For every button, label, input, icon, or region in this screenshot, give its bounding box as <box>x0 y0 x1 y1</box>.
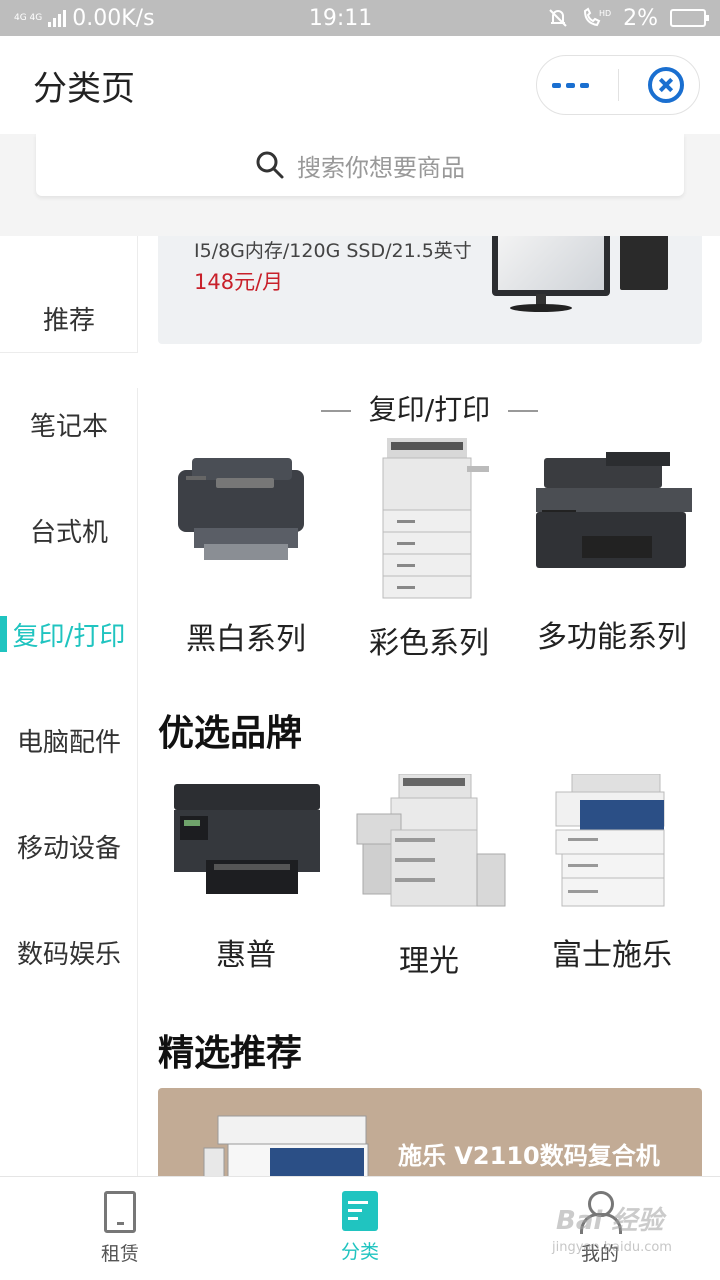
sidebar-item-laptop[interactable]: 笔记本 <box>0 394 138 454</box>
banner-price: 148元/月 <box>194 270 284 294</box>
xerox-v2110-image <box>203 1115 369 1176</box>
search-area: 搜索你想要商品 <box>0 134 720 236</box>
category-item-color[interactable]: 彩色系列 <box>339 436 519 666</box>
sidebar-item-recommend[interactable]: 推荐 <box>0 288 138 348</box>
tab-label: 分类 <box>340 1241 379 1263</box>
category-sidebar: 推荐 笔记本 台式机 复印/打印 电脑配件 移动设备 数码娱乐 <box>0 236 138 1176</box>
monitor-base <box>510 304 572 312</box>
status-time: 19:11 <box>308 5 373 31</box>
brand-item-ricoh[interactable]: 理光 <box>339 774 519 984</box>
brand-item-label: 理光 <box>399 944 459 979</box>
tab-rent[interactable]: 租赁 <box>0 1177 240 1280</box>
tab-label: 租赁 <box>100 1243 139 1265</box>
search-input[interactable]: 搜索你想要商品 <box>36 134 684 196</box>
status-left: 4G 4G 0.00K/s <box>14 6 254 31</box>
sidebar-item-label: 数码娱乐 <box>16 939 121 970</box>
status-bar: 4G 4G 0.00K/s 19:11 HD 2% <box>0 0 720 36</box>
category-item-label: 黑白系列 <box>186 622 306 657</box>
brand-item-hp[interactable]: 惠普 <box>156 774 336 984</box>
brand-item-label: 富士施乐 <box>552 938 672 973</box>
sidebar-item-label: 复印/打印 <box>12 621 126 652</box>
search-icon <box>256 151 284 179</box>
sidebar-item-label: 移动设备 <box>16 833 121 864</box>
category-item-label: 多功能系列 <box>537 620 687 655</box>
featured-promo-card[interactable]: 施乐 V2110数码复合机 <box>158 1088 702 1176</box>
brand-item-fuji-xerox[interactable]: 富士施乐 <box>522 774 702 984</box>
category-section-title: 复印/打印 <box>139 388 720 428</box>
sidebar-item-desktop[interactable]: 台式机 <box>0 500 138 560</box>
miniprogram-capsule <box>536 55 700 115</box>
featured-section-title: 精选推荐 <box>158 1033 303 1074</box>
search-placeholder: 搜索你想要商品 <box>297 153 465 182</box>
sidebar-item-copy-print[interactable]: 复印/打印 <box>0 604 138 664</box>
category-item-label: 彩色系列 <box>369 626 489 661</box>
battery-icon <box>670 9 709 27</box>
sidebar-item-label: 推荐 <box>42 305 95 336</box>
banner-spec: I5/8G内存/120G SSD/21.5英寸 <box>194 240 472 262</box>
sidebar-item-digital[interactable]: 数码娱乐 <box>0 922 138 982</box>
rent-icon <box>104 1191 136 1233</box>
fuji-xerox-copier-icon <box>555 774 665 907</box>
hd-call-icon: HD <box>584 7 611 27</box>
category-icon <box>342 1191 378 1231</box>
recommend-banner[interactable]: I5/8G内存/120G SSD/21.5英寸 148元/月 <box>158 236 702 344</box>
sidebar-item-label: 笔记本 <box>29 411 108 442</box>
capsule-divider <box>617 69 619 101</box>
silent-bell-icon <box>549 9 567 27</box>
baidu-watermark-url: jingyan.baidu.com <box>552 1240 672 1255</box>
category-item-mono[interactable]: 黑白系列 <box>156 436 336 666</box>
monitor-icon <box>492 236 610 296</box>
color-copier-icon <box>382 438 489 599</box>
category-content: I5/8G内存/120G SSD/21.5英寸 148元/月 复印/打印 黑白系… <box>139 236 720 1176</box>
signal-icon <box>48 9 67 27</box>
network-speed: 0.00K/s <box>72 5 155 31</box>
category-item-multifunction[interactable]: 多功能系列 <box>522 436 702 666</box>
svg-text:HD: HD <box>599 9 611 18</box>
more-icon[interactable] <box>551 82 589 88</box>
promo-title: 施乐 V2110数码复合机 <box>398 1142 660 1170</box>
sidebar-divider <box>0 352 138 388</box>
baidu-watermark: Bai 经验 <box>556 1206 664 1236</box>
hp-printer-icon <box>174 784 320 894</box>
sidebar-item-label: 电脑配件 <box>16 727 121 758</box>
sidebar-item-accessories[interactable]: 电脑配件 <box>0 710 138 770</box>
mfp-printer-icon <box>536 452 692 568</box>
status-right: HD 2% <box>547 5 709 31</box>
sidebar-item-label: 台式机 <box>29 517 108 548</box>
network-type: 4G 4G <box>14 12 43 23</box>
brands-section-title: 优选品牌 <box>158 713 303 754</box>
sidebar-item-mobile[interactable]: 移动设备 <box>0 816 138 876</box>
header: 分类页 <box>0 36 720 134</box>
brand-item-label: 惠普 <box>216 938 276 973</box>
network-type-label: 4G 4G <box>14 12 43 23</box>
ricoh-copier-icon <box>356 774 506 907</box>
tab-category[interactable]: 分类 <box>240 1177 480 1280</box>
battery-percent: 2% <box>623 5 658 31</box>
page-title: 分类页 <box>33 68 135 109</box>
close-icon[interactable] <box>648 67 685 103</box>
pc-tower-icon <box>620 236 668 290</box>
mono-printer-icon <box>178 458 304 560</box>
